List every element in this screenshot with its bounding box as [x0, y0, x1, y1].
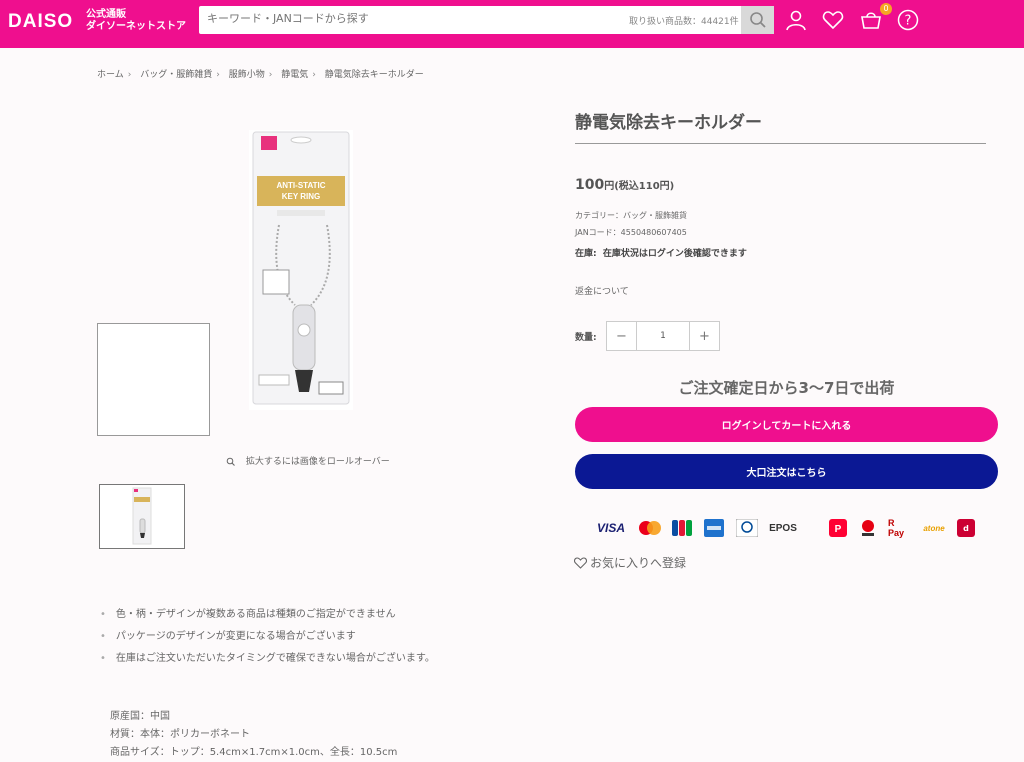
breadcrumb-static[interactable]: 静電気: [281, 70, 308, 80]
stock-label: 在庫:: [575, 249, 597, 259]
breadcrumb-current: 静電気除去キーホルダー: [324, 70, 424, 80]
quantity-input[interactable]: 1: [636, 322, 690, 350]
quantity-stepper: − 1 +: [606, 321, 720, 351]
svg-text:P: P: [835, 524, 842, 535]
logo-subtitle: 公式通販 ダイソーネットストア: [86, 9, 186, 33]
note-item: 色・柄・デザインが複数ある商品は種類のご指定ができません: [100, 605, 435, 627]
price-unit: 円(税込110円): [604, 181, 675, 192]
favorite-link[interactable]: お気に入りへ登録: [574, 554, 686, 571]
breadcrumb-separator: ›: [268, 70, 273, 80]
product-price: 100円(税込110円): [575, 174, 674, 193]
cart-count-badge: 0: [880, 3, 892, 15]
logo-sub-line2: ダイソーネットストア: [86, 21, 186, 32]
quantity-label: 数量:: [575, 333, 597, 343]
mastercard-icon: [638, 517, 662, 539]
search-box: 取り扱い商品数：44421件: [199, 6, 774, 34]
cart-button[interactable]: [859, 8, 883, 32]
spec-material: 材質：本体：ポリカーボネート: [110, 729, 250, 740]
item-count: 取り扱い商品数：44421件: [629, 17, 739, 27]
favorite-label: お気に入りへ登録: [590, 556, 687, 570]
atone-icon: atone: [923, 523, 945, 533]
logo-text: DAISO: [8, 11, 74, 32]
quantity-decrease-button[interactable]: −: [607, 322, 636, 350]
dbarai-icon: d: [956, 517, 976, 539]
breadcrumb-home[interactable]: ホーム: [97, 70, 124, 80]
breadcrumb-subcategory[interactable]: 服飾小物: [229, 70, 265, 80]
epos-icon: EPOS: [769, 522, 797, 534]
search-icon: [749, 12, 766, 28]
product-main-image[interactable]: ANTI-STATIC KEY RING: [249, 130, 353, 410]
search-input[interactable]: [207, 12, 607, 25]
product-thumbnail[interactable]: [99, 484, 185, 549]
spec-origin: 原産国：中国: [110, 711, 170, 722]
product-notes: 色・柄・デザインが複数ある商品は種類のご指定ができません パッケージのデザインが…: [100, 605, 435, 671]
logo-sub-line1: 公式通販: [86, 9, 126, 20]
stock-value: 在庫状況はログイン後確認できます: [602, 249, 747, 259]
header-bar: DAISO 公式通販 ダイソーネットストア 取り扱い商品数：44421件 0 ?: [0, 0, 1024, 48]
help-icon: ?: [897, 9, 919, 31]
breadcrumb-separator: ›: [127, 70, 132, 80]
gallery-placeholder[interactable]: [97, 323, 210, 436]
spec-size: 商品サイズ：トップ：5.4cm×1.7cm×1.0cm、全長：10.5cm: [110, 747, 398, 758]
note-item: パッケージのデザインが変更になる場合がございます: [100, 627, 435, 649]
breadcrumb: ホーム › バッグ・服飾雑貨 › 服飾小物 › 静電気 › 静電気除去キーホルダー: [97, 67, 428, 80]
package-label: ANTI-STATIC: [276, 181, 325, 190]
product-title: 静電気除去キーホルダー: [575, 113, 762, 133]
amex-icon: [704, 517, 724, 539]
payment-methods: VISA EPOS P R Pay atone d: [592, 517, 982, 539]
heart-outline-icon: [574, 556, 587, 569]
cart-icon: [861, 12, 881, 29]
user-icon: [786, 10, 806, 31]
stock-status: 在庫: 在庫状況はログイン後確認できます: [575, 246, 747, 259]
zoom-hint-text: 拡大するには画像をロールオーバー: [245, 457, 390, 467]
help-button[interactable]: ?: [896, 8, 920, 32]
note-item: 在庫はご注文いただいたタイミングで確保できない場合がございます。: [100, 649, 435, 671]
product-specs: 原産国：中国 材質：本体：ポリカーボネート 商品サイズ：トップ：5.4cm×1.…: [110, 708, 397, 762]
breadcrumb-separator: ›: [312, 70, 316, 80]
favorites-button[interactable]: [821, 8, 845, 32]
diners-icon: [736, 517, 758, 539]
shipping-notice: ご注文確定日から3〜7日で出荷: [678, 379, 895, 397]
visa-icon: VISA: [596, 521, 625, 535]
price-value: 100: [575, 177, 605, 193]
add-to-cart-button[interactable]: ログインしてカートに入れる: [575, 407, 998, 442]
product-category: カテゴリー：バッグ・服飾雑貨: [575, 211, 687, 220]
breadcrumb-separator: ›: [216, 70, 220, 80]
breadcrumb-category[interactable]: バッグ・服飾雑貨: [140, 70, 212, 80]
svg-text:?: ?: [905, 14, 912, 29]
rakuten-pay-icon: R Pay: [888, 518, 905, 538]
product-jan: JANコード：4550480607405: [575, 228, 687, 237]
heart-icon: [822, 11, 844, 30]
zoom-hint: 拡大するには画像をロールオーバー: [226, 454, 390, 467]
pay-icon: [860, 517, 876, 539]
magnifier-icon: [226, 457, 235, 466]
bulk-order-button[interactable]: 大口注文はこちら: [575, 454, 998, 489]
title-divider: [575, 143, 986, 144]
search-button[interactable]: [741, 6, 774, 34]
jcb-icon: [672, 517, 692, 539]
paypay-icon: P: [828, 517, 848, 539]
refund-link[interactable]: 返金について: [575, 284, 629, 297]
quantity-increase-button[interactable]: +: [690, 322, 719, 350]
svg-text:d: d: [963, 524, 969, 533]
account-button[interactable]: [784, 8, 808, 32]
package-label-2: KEY RING: [282, 192, 321, 201]
